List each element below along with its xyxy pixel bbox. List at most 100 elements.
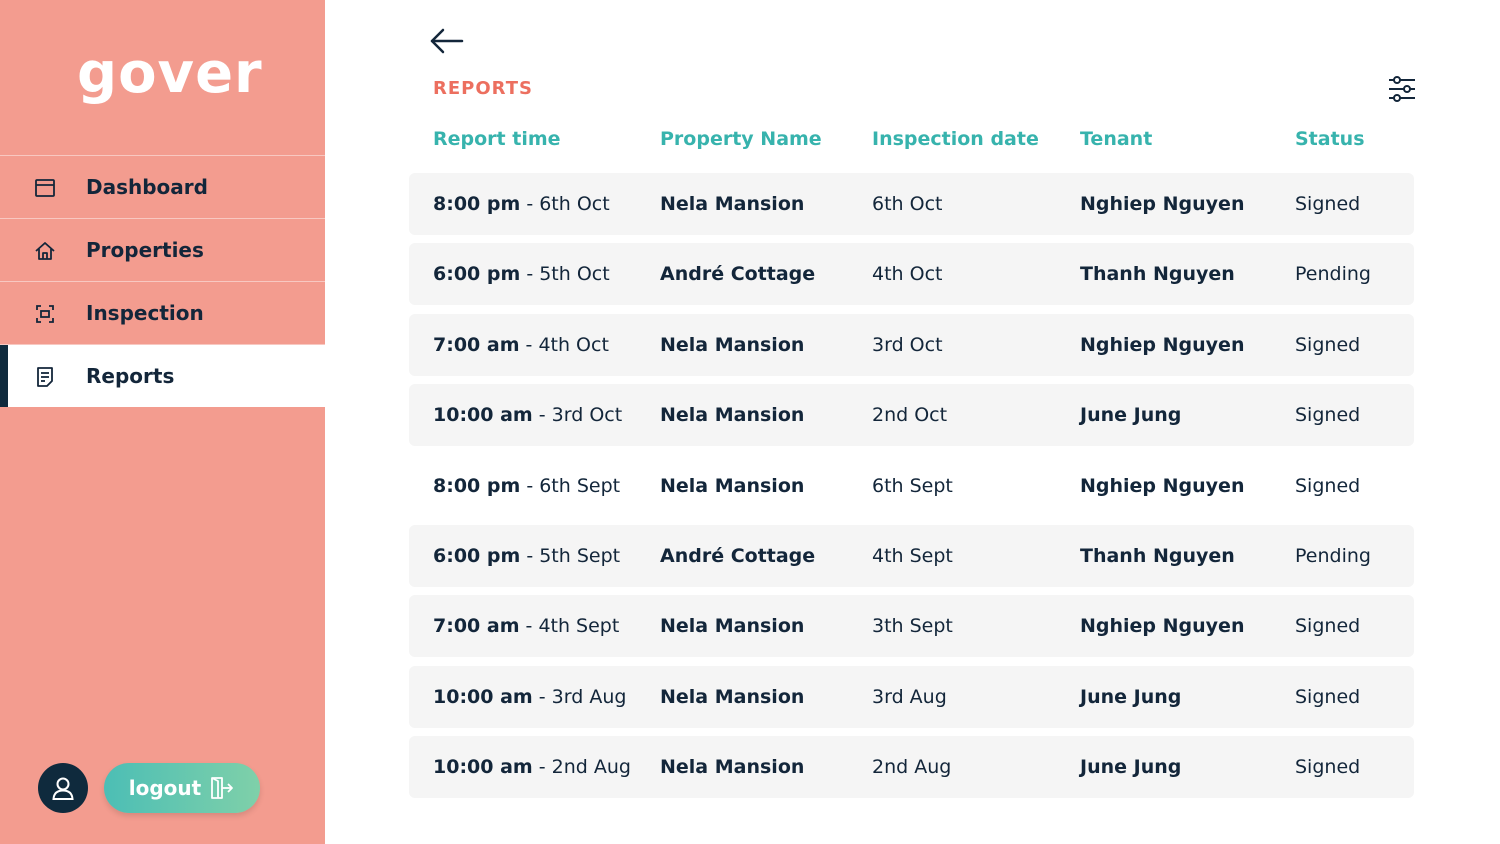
report-date: 6th Oct	[539, 193, 610, 215]
report-time: 8:00 pm	[433, 193, 521, 215]
inspection-date-cell: 3rd Aug	[872, 685, 947, 708]
logout-button[interactable]: logout	[104, 763, 260, 813]
inspection-date-cell: 6th Sept	[872, 474, 953, 497]
back-arrow-icon[interactable]	[428, 26, 464, 56]
main-content: REPORTS Report time Property Name Inspec…	[325, 0, 1500, 844]
report-time: 6:00 pm	[433, 544, 521, 567]
status-cell: Signed	[1295, 685, 1361, 708]
sidebar-item-label: Properties	[86, 238, 204, 262]
tenant-cell: Thanh Nguyen	[1080, 263, 1235, 286]
sidebar-item-label: Inspection	[86, 301, 204, 325]
user-icon	[52, 777, 74, 800]
brand-logo: gover	[77, 46, 262, 121]
report-time-cell: 7:00 am - 4th Oct	[433, 333, 609, 356]
report-time: 6:00 pm	[433, 263, 521, 286]
column-header-inspection-date[interactable]: Inspection date	[872, 128, 1039, 150]
report-date: 4th Sept	[538, 615, 620, 638]
property-name-cell: Nela Mansion	[660, 193, 805, 215]
column-header-tenant[interactable]: Tenant	[1080, 128, 1152, 150]
page-title: REPORTS	[433, 78, 533, 99]
column-header-report-time[interactable]: Report time	[433, 128, 561, 150]
inspection-date-cell: 6th Oct	[872, 193, 943, 215]
status-cell: Pending	[1295, 263, 1371, 286]
property-name-cell: Nela Mansion	[660, 615, 805, 638]
report-date: 3rd Oct	[551, 404, 623, 427]
report-time: 8:00 pm	[433, 474, 521, 497]
report-icon	[37, 367, 53, 387]
table-row[interactable]: 7:00 am - 4th Oct Nela Mansion 3rd Oct N…	[409, 313, 1414, 376]
report-date: 5th Sept	[539, 544, 621, 567]
report-date: 6th Sept	[539, 474, 621, 497]
report-date: 2nd Aug	[551, 756, 631, 779]
report-date: 5th Oct	[539, 263, 610, 286]
table-row[interactable]: 6:00 pm - 5th Oct André Cottage 4th Oct …	[409, 243, 1414, 306]
report-date: 4th Oct	[538, 333, 609, 356]
report-time-cell: 10:00 am - 3rd Aug	[433, 685, 627, 708]
report-time-cell: 8:00 pm - 6th Oct	[433, 193, 610, 215]
filter-icon[interactable]	[1387, 74, 1417, 104]
tenant-cell: Thanh Nguyen	[1080, 544, 1235, 567]
sidebar-item-dashboard[interactable]: Dashboard	[0, 156, 325, 218]
status-cell: Signed	[1295, 404, 1361, 427]
tenant-cell: June Jung	[1080, 756, 1182, 779]
report-time: 10:00 am	[433, 404, 533, 427]
sidebar: gover Dashboard Properties Inspection Re…	[0, 0, 325, 844]
property-name-cell: Nela Mansion	[660, 756, 805, 779]
table-row[interactable]: 10:00 am - 3rd Aug Nela Mansion 3rd Aug …	[409, 665, 1414, 728]
logout-icon	[211, 777, 234, 799]
property-name-cell: Nela Mansion	[660, 685, 805, 708]
tenant-cell: Nghiep Nguyen	[1080, 193, 1245, 215]
inspection-date-cell: 3th Sept	[872, 615, 953, 638]
table-row[interactable]: 8:00 pm - 6th Sept Nela Mansion 6th Sept…	[409, 455, 1414, 517]
inspection-date-cell: 4th Sept	[872, 544, 953, 567]
column-header-status[interactable]: Status	[1295, 128, 1365, 150]
home-icon	[35, 242, 55, 260]
column-header-property-name[interactable]: Property Name	[660, 128, 822, 150]
sidebar-nav: Dashboard Properties Inspection Reports	[0, 155, 325, 407]
inspection-date-cell: 4th Oct	[872, 263, 943, 286]
inspection-date-cell: 2nd Oct	[872, 404, 948, 427]
report-time-cell: 6:00 pm - 5th Sept	[433, 544, 621, 567]
report-time: 10:00 am	[433, 685, 533, 708]
property-name-cell: André Cottage	[660, 544, 816, 567]
report-time: 10:00 am	[433, 756, 533, 779]
report-date: 3rd Aug	[551, 685, 627, 708]
inspection-date-cell: 2nd Aug	[872, 756, 952, 779]
sidebar-item-reports[interactable]: Reports	[0, 345, 325, 407]
dashboard-icon	[35, 179, 55, 197]
tenant-cell: Nghiep Nguyen	[1080, 615, 1245, 638]
status-cell: Signed	[1295, 756, 1361, 779]
status-cell: Signed	[1295, 474, 1361, 497]
property-name-cell: André Cottage	[660, 263, 816, 286]
property-name-cell: Nela Mansion	[660, 333, 805, 356]
report-time-cell: 10:00 am - 3rd Oct	[433, 404, 623, 427]
table-header: Report time Property Name Inspection dat…	[409, 128, 1414, 158]
table-row[interactable]: 8:00 pm - 6th Oct Nela Mansion 6th Oct N…	[409, 173, 1414, 235]
report-time-cell: 8:00 pm - 6th Sept	[433, 474, 621, 497]
property-name-cell: Nela Mansion	[660, 404, 805, 427]
report-time-cell: 7:00 am - 4th Sept	[433, 615, 620, 638]
table-row[interactable]: 7:00 am - 4th Sept Nela Mansion 3th Sept…	[409, 595, 1414, 658]
property-name-cell: Nela Mansion	[660, 474, 805, 497]
inspection-date-cell: 3rd Oct	[872, 333, 943, 356]
table-row[interactable]: 10:00 am - 2nd Aug Nela Mansion 2nd Aug …	[409, 736, 1414, 799]
logout-label: logout	[128, 776, 202, 800]
status-cell: Signed	[1295, 193, 1361, 215]
tenant-cell: June Jung	[1080, 685, 1182, 708]
table-row[interactable]: 6:00 pm - 5th Sept André Cottage 4th Sep…	[409, 524, 1414, 587]
tenant-cell: June Jung	[1080, 404, 1182, 427]
sidebar-item-label: Reports	[86, 364, 175, 388]
status-cell: Signed	[1295, 333, 1361, 356]
scan-icon	[36, 305, 54, 323]
report-time: 7:00 am	[433, 615, 520, 638]
sidebar-item-properties[interactable]: Properties	[0, 219, 325, 281]
tenant-cell: Nghiep Nguyen	[1080, 474, 1245, 497]
table-row[interactable]: 10:00 am - 3rd Oct Nela Mansion 2nd Oct …	[409, 384, 1414, 447]
sidebar-item-inspection[interactable]: Inspection	[0, 282, 325, 344]
reports-table-body: 8:00 pm - 6th Oct Nela Mansion 6th Oct N…	[409, 173, 1414, 807]
status-cell: Pending	[1295, 544, 1371, 567]
report-time: 7:00 am	[433, 333, 520, 356]
avatar[interactable]	[38, 763, 88, 813]
brand-logo-text: gover	[77, 41, 263, 106]
sidebar-item-label: Dashboard	[86, 175, 208, 199]
